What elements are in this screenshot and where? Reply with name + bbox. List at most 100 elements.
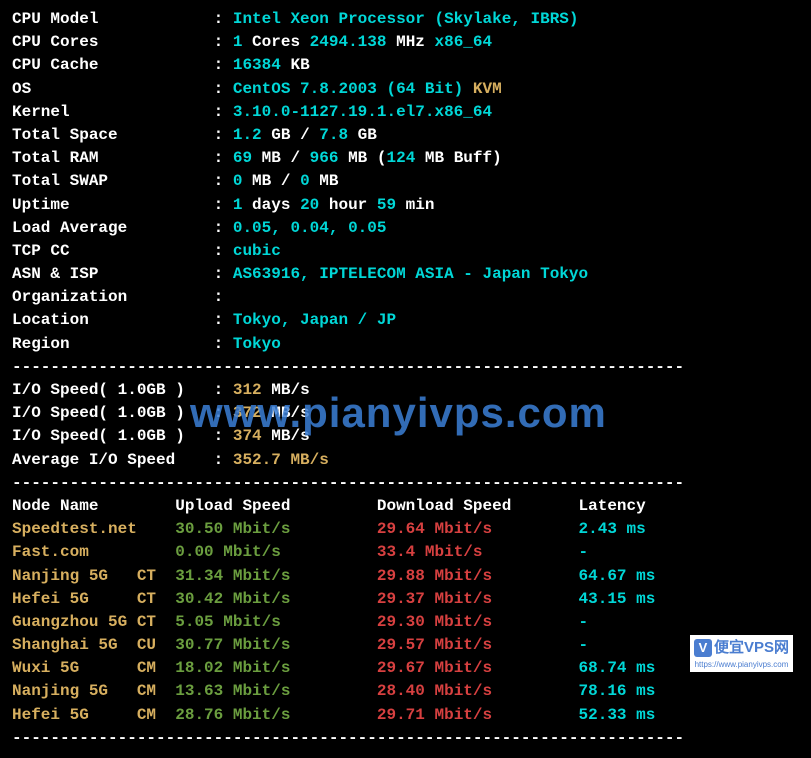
st-upload: 28.76 Mbit/s (175, 706, 377, 724)
io-speed-row: I/O Speed( 1.0GB ) : 312 MB/s (12, 379, 799, 402)
colon: : (214, 219, 233, 237)
sysinfo-row: ASN & ISP : AS63916, IPTELECOM ASIA - Ja… (12, 263, 799, 286)
speedtest-row: Speedtest.net 30.50 Mbit/s 29.64 Mbit/s … (12, 518, 799, 541)
colon: : (214, 288, 233, 306)
st-download: 29.64 Mbit/s (377, 520, 579, 538)
separator: ----------------------------------------… (12, 356, 799, 379)
st-upload: 18.02 Mbit/s (175, 659, 377, 677)
sysinfo-value-part: KVM (463, 80, 501, 98)
sysinfo-value-part: 0 (233, 172, 243, 190)
sysinfo-row: Total RAM : 69 MB / 966 MB (124 MB Buff) (12, 147, 799, 170)
io-label: I/O Speed( 1.0GB ) (12, 381, 214, 399)
st-download: 29.88 Mbit/s (377, 567, 579, 585)
speedtest-row: Fast.com 0.00 Mbit/s 33.4 Mbit/s - (12, 541, 799, 564)
st-download: 29.37 Mbit/s (377, 590, 579, 608)
st-upload: 13.63 Mbit/s (175, 682, 377, 700)
sysinfo-value-part: min (396, 196, 434, 214)
io-avg-value: 352.7 MB/s (233, 451, 329, 469)
sysinfo-value-part: 1.2 (233, 126, 262, 144)
sysinfo-value-part: 20 (300, 196, 319, 214)
sysinfo-value-part: MB / (242, 172, 300, 190)
colon: : (214, 149, 233, 167)
st-latency: 64.67 ms (579, 567, 656, 585)
sysinfo-value-part: Tokyo (233, 335, 281, 353)
sysinfo-value-part: GB / (262, 126, 320, 144)
sysinfo-value-part: 59 (377, 196, 396, 214)
sysinfo-value-part: 2494.138 (310, 33, 387, 51)
sysinfo-label: CPU Cores (12, 33, 214, 51)
colon: : (214, 10, 233, 28)
sysinfo-value-part: Intel Xeon Processor (Skylake, IBRS) (233, 10, 579, 28)
st-latency: 2.43 ms (579, 520, 646, 538)
colon: : (214, 335, 233, 353)
separator: ----------------------------------------… (12, 472, 799, 495)
colon: : (214, 196, 233, 214)
colon: : (214, 56, 233, 74)
st-latency: - (579, 543, 589, 561)
sysinfo-value-part: Tokyo, Japan / JP (233, 311, 396, 329)
sysinfo-value-part: MHz (386, 33, 434, 51)
speedtest-row: Hefei 5G CT 30.42 Mbit/s 29.37 Mbit/s 43… (12, 588, 799, 611)
col-node: Node Name (12, 497, 175, 515)
col-download: Download Speed (377, 497, 579, 515)
st-latency: 43.15 ms (579, 590, 656, 608)
st-upload: 30.77 Mbit/s (175, 636, 377, 654)
sysinfo-label: CPU Model (12, 10, 214, 28)
sysinfo-row: OS : CentOS 7.8.2003 (64 Bit) KVM (12, 78, 799, 101)
sysinfo-value-part: 1 (233, 33, 243, 51)
sysinfo-value-part: MB / (252, 149, 310, 167)
sysinfo-row: Total Space : 1.2 GB / 7.8 GB (12, 124, 799, 147)
sysinfo-value-part: 966 (310, 149, 339, 167)
st-node: Shanghai 5G CU (12, 636, 175, 654)
sysinfo-label: Kernel (12, 103, 214, 121)
sysinfo-label: Total SWAP (12, 172, 214, 190)
io-value: 312 (233, 381, 262, 399)
sysinfo-value-part: x86_64 (435, 33, 493, 51)
sysinfo-value-part: AS63916, IPTELECOM ASIA - Japan Tokyo (233, 265, 588, 283)
st-node: Speedtest.net (12, 520, 175, 538)
speedtest-header: Node Name Upload Speed Download Speed La… (12, 495, 799, 518)
sysinfo-value-part: days (242, 196, 300, 214)
sysinfo-value-part: hour (319, 196, 377, 214)
sysinfo-value-part: 1 (233, 196, 243, 214)
sysinfo-label: Organization (12, 288, 214, 306)
sysinfo-value-part: KB (281, 56, 310, 74)
sysinfo-label: Uptime (12, 196, 214, 214)
st-node: Fast.com (12, 543, 175, 561)
sysinfo-value-part: MB (310, 172, 339, 190)
speedtest-row: Shanghai 5G CU 30.77 Mbit/s 29.57 Mbit/s… (12, 634, 799, 657)
st-latency: 68.74 ms (579, 659, 656, 677)
st-upload: 31.34 Mbit/s (175, 567, 377, 585)
io-unit: MB/s (262, 427, 310, 445)
sysinfo-value-part: cubic (233, 242, 281, 260)
st-node: Wuxi 5G CM (12, 659, 175, 677)
sysinfo-label: CPU Cache (12, 56, 214, 74)
sysinfo-row: TCP CC : cubic (12, 240, 799, 263)
sysinfo-value-part: Cores (242, 33, 309, 51)
st-latency: 52.33 ms (579, 706, 656, 724)
sysinfo-label: Total RAM (12, 149, 214, 167)
sysinfo-row: CPU Cache : 16384 KB (12, 54, 799, 77)
sysinfo-row: CPU Model : Intel Xeon Processor (Skylak… (12, 8, 799, 31)
sysinfo-value-part: 0 (300, 172, 310, 190)
separator: ----------------------------------------… (12, 727, 799, 750)
sysinfo-value-part: MB Buff) (415, 149, 501, 167)
sysinfo-row: Total SWAP : 0 MB / 0 MB (12, 170, 799, 193)
colon: : (214, 311, 233, 329)
speedtest-row: Nanjing 5G CT 31.34 Mbit/s 29.88 Mbit/s … (12, 565, 799, 588)
io-unit: MB/s (262, 404, 310, 422)
sysinfo-label: ASN & ISP (12, 265, 214, 283)
sysinfo-label: Location (12, 311, 214, 329)
st-upload: 30.42 Mbit/s (175, 590, 377, 608)
st-upload: 0.00 Mbit/s (175, 543, 377, 561)
st-download: 29.71 Mbit/s (377, 706, 579, 724)
st-upload: 5.05 Mbit/s (175, 613, 377, 631)
sysinfo-value-part: CentOS 7.8.2003 (64 Bit) (233, 80, 463, 98)
speedtest-row: Guangzhou 5G CT 5.05 Mbit/s 29.30 Mbit/s… (12, 611, 799, 634)
st-node: Hefei 5G CM (12, 706, 175, 724)
io-value: 372 (233, 404, 262, 422)
io-avg-label: Average I/O Speed (12, 451, 214, 469)
colon: : (214, 242, 233, 260)
colon: : (214, 80, 233, 98)
io-unit: MB/s (262, 381, 310, 399)
